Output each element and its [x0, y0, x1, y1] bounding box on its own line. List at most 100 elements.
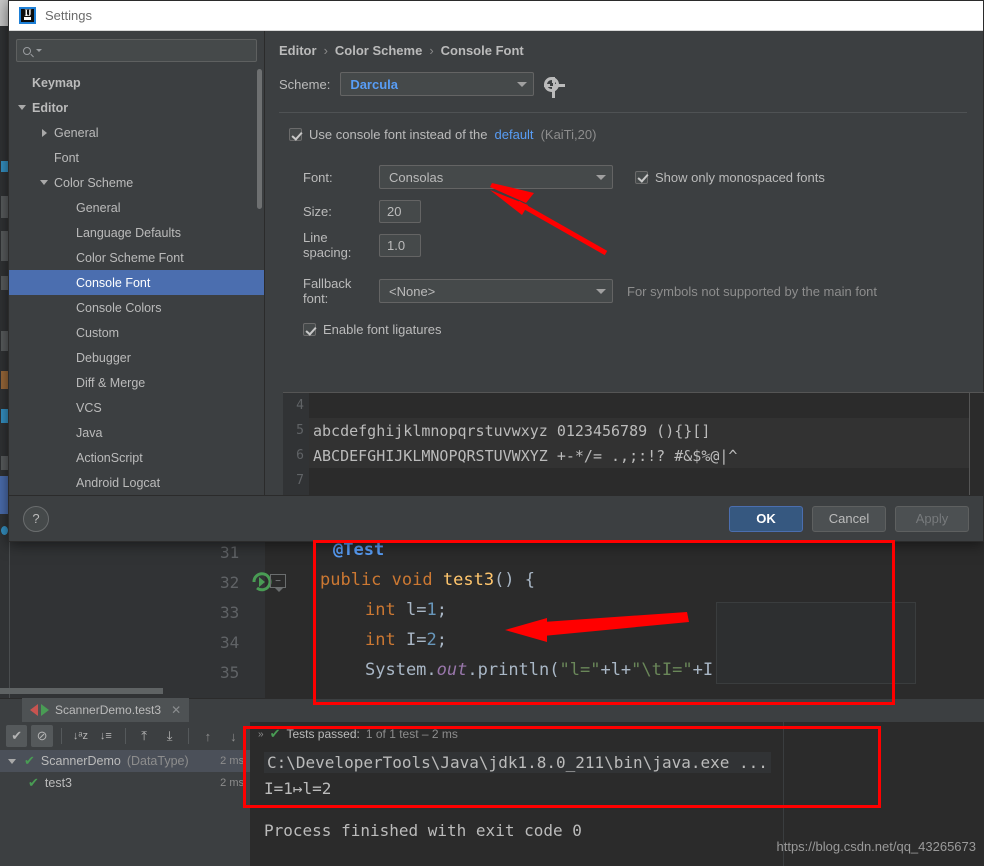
sidebar-item-debugger[interactable]: Debugger — [9, 345, 264, 370]
breadcrumb-console-font[interactable]: Console Font — [441, 43, 524, 58]
line-spacing-value: 1.0 — [387, 237, 406, 253]
code-fold-marker[interactable]: − — [270, 574, 286, 592]
test-suite-label: ScannerDemo — [40, 754, 121, 768]
toolbar-divider — [60, 728, 62, 744]
number-2: 2 — [426, 630, 437, 650]
test-results-tree[interactable]: ✔ ScannerDemo (DataType) 2 ms ✔ test3 2 … — [0, 750, 250, 866]
sidebar-item-diff-merge[interactable]: Diff & Merge — [9, 370, 264, 395]
gear-icon[interactable] — [544, 76, 566, 98]
sort-by-duration-icon[interactable]: ↓≡ — [95, 725, 116, 747]
sidebar-item-color-scheme-font[interactable]: Color Scheme Font — [9, 245, 264, 270]
use-console-font-checkbox[interactable] — [289, 128, 302, 141]
println-token: .println( — [467, 660, 560, 680]
dialog-titlebar[interactable]: Settings — [9, 1, 983, 31]
apply-button[interactable]: Apply — [895, 505, 969, 532]
test-case-label: test3 — [44, 776, 73, 790]
chevron-down-icon[interactable] — [39, 180, 49, 185]
expand-status-icon[interactable]: » — [258, 729, 264, 740]
sidebar-item-vcs[interactable]: VCS — [9, 395, 264, 420]
run-tab[interactable]: ScannerDemo.test3 ✕ — [22, 698, 190, 722]
dialog-title: Settings — [45, 8, 92, 23]
number-1: 1 — [426, 600, 437, 620]
show-monospaced-row[interactable]: Show only monospaced fonts — [635, 170, 825, 185]
sidebar-item-font[interactable]: Font — [9, 145, 264, 170]
size-row: Size: 20 — [279, 194, 967, 228]
show-monospaced-checkbox[interactable] — [635, 170, 648, 184]
string-2: "\tI=" — [631, 660, 693, 680]
concat-2: +I — [692, 660, 714, 680]
close-icon[interactable]: ✕ — [171, 703, 181, 717]
chevron-down-icon[interactable] — [6, 759, 18, 764]
scheme-value: Darcula — [350, 76, 399, 92]
code-line-decl-I: int I= 2; — [365, 625, 447, 655]
fallback-font-label: Fallback font: — [303, 276, 352, 306]
size-input[interactable]: 20 — [379, 199, 421, 223]
line-number: 34 — [220, 633, 240, 652]
fallback-font-dropdown[interactable]: <None> — [379, 279, 613, 303]
sidebar-item-label: Language Defaults — [76, 225, 181, 240]
breadcrumb-color-scheme[interactable]: Color Scheme — [335, 43, 422, 58]
breadcrumb-editor[interactable]: Editor — [279, 43, 317, 58]
line-number: 31 — [220, 543, 240, 562]
run-tab-label: ScannerDemo.test3 — [55, 703, 162, 717]
sidebar-item-actionscript[interactable]: ActionScript — [9, 445, 264, 470]
keyword-void: void — [391, 570, 433, 590]
sidebar-item-keymap[interactable]: Keymap — [9, 70, 264, 95]
sidebar-item-color-scheme[interactable]: Color Scheme — [9, 170, 264, 195]
sidebar-item-custom[interactable]: Custom — [9, 320, 264, 345]
test-suite-row[interactable]: ✔ ScannerDemo (DataType) 2 ms — [0, 750, 250, 772]
sidebar-item-java[interactable]: Java — [9, 420, 264, 445]
sidebar-item-android-logcat[interactable]: Android Logcat — [9, 470, 264, 495]
font-label: Font: — [303, 169, 333, 185]
tree-scrollbar[interactable] — [257, 69, 262, 209]
sidebar-item-editor[interactable]: Editor — [9, 95, 264, 120]
chevron-down-icon[interactable] — [17, 105, 27, 110]
font-dropdown[interactable]: Consolas — [379, 165, 613, 189]
ligatures-checkbox[interactable] — [303, 323, 316, 336]
settings-tree[interactable]: Keymap Editor General Font Color Scheme Gener… — [9, 68, 264, 495]
default-font-link[interactable]: default — [495, 127, 534, 142]
search-box[interactable] — [16, 39, 257, 62]
scheme-label: Scheme: — [279, 76, 331, 92]
chevron-right-icon[interactable] — [39, 129, 49, 137]
breadcrumb-separator: › — [323, 43, 328, 58]
test-case-time: 2 ms — [220, 777, 244, 789]
use-console-font-row[interactable]: Use console font instead of the default … — [289, 127, 967, 142]
marker-dot — [1, 526, 8, 535]
breadcrumb-separator: › — [429, 43, 434, 58]
test-status-bar: » ✔ Tests passed: 1 of 1 test – 2 ms — [250, 722, 984, 746]
search-input[interactable] — [46, 43, 250, 58]
preview-line: 7 — [283, 468, 984, 493]
show-ignored-icon[interactable]: ⊘ — [31, 725, 53, 747]
sidebar-item-console-font[interactable]: Console Font — [9, 270, 264, 295]
sort-alphabetically-icon[interactable]: ↓ᵃz — [70, 725, 91, 747]
prev-failed-icon[interactable]: ↑ — [197, 725, 218, 747]
chevron-down-icon[interactable] — [36, 49, 42, 52]
line-number: 35 — [220, 663, 240, 682]
cancel-button[interactable]: Cancel — [812, 505, 886, 532]
ligatures-row[interactable]: Enable font ligatures — [303, 322, 967, 337]
sidebar-item-label: General — [54, 125, 99, 140]
horizontal-scrollbar-thumb[interactable] — [0, 688, 163, 694]
test-case-row[interactable]: ✔ test3 2 ms — [0, 772, 250, 794]
preview-line-number: 4 — [296, 398, 304, 413]
expand-all-icon[interactable]: ⤒ — [133, 725, 154, 747]
next-failed-icon[interactable]: ↓ — [223, 725, 244, 747]
console-footer: Process finished with exit code 0 — [250, 805, 984, 866]
sidebar-item-general[interactable]: General — [9, 120, 264, 145]
ok-button[interactable]: OK — [729, 505, 803, 532]
sidebar-item-general[interactable]: General — [9, 195, 264, 220]
help-button[interactable]: ? — [23, 505, 49, 532]
collapse-all-icon[interactable]: ⤓ — [159, 725, 180, 747]
sidebar-item-console-colors[interactable]: Console Colors — [9, 295, 264, 320]
test-toolbar[interactable]: ✔ ⊘ ↓ᵃz ↓≡ ⤒ ⤓ ↑ ↓ — [0, 722, 250, 750]
marker-grey-3 — [1, 276, 8, 290]
preview-line: 4 — [283, 393, 984, 418]
line-spacing-input[interactable]: 1.0 — [379, 233, 421, 257]
sidebar-item-language-defaults[interactable]: Language Defaults — [9, 220, 264, 245]
preview-line-text: abcdefghijklmnopqrstuvwxyz 0123456789 ()… — [313, 421, 711, 440]
process-finished-line: Process finished with exit code 0 — [264, 821, 582, 840]
toolbar-divider — [188, 728, 190, 744]
scheme-dropdown[interactable]: Darcula — [340, 72, 535, 96]
show-passed-icon[interactable]: ✔ — [6, 725, 28, 747]
